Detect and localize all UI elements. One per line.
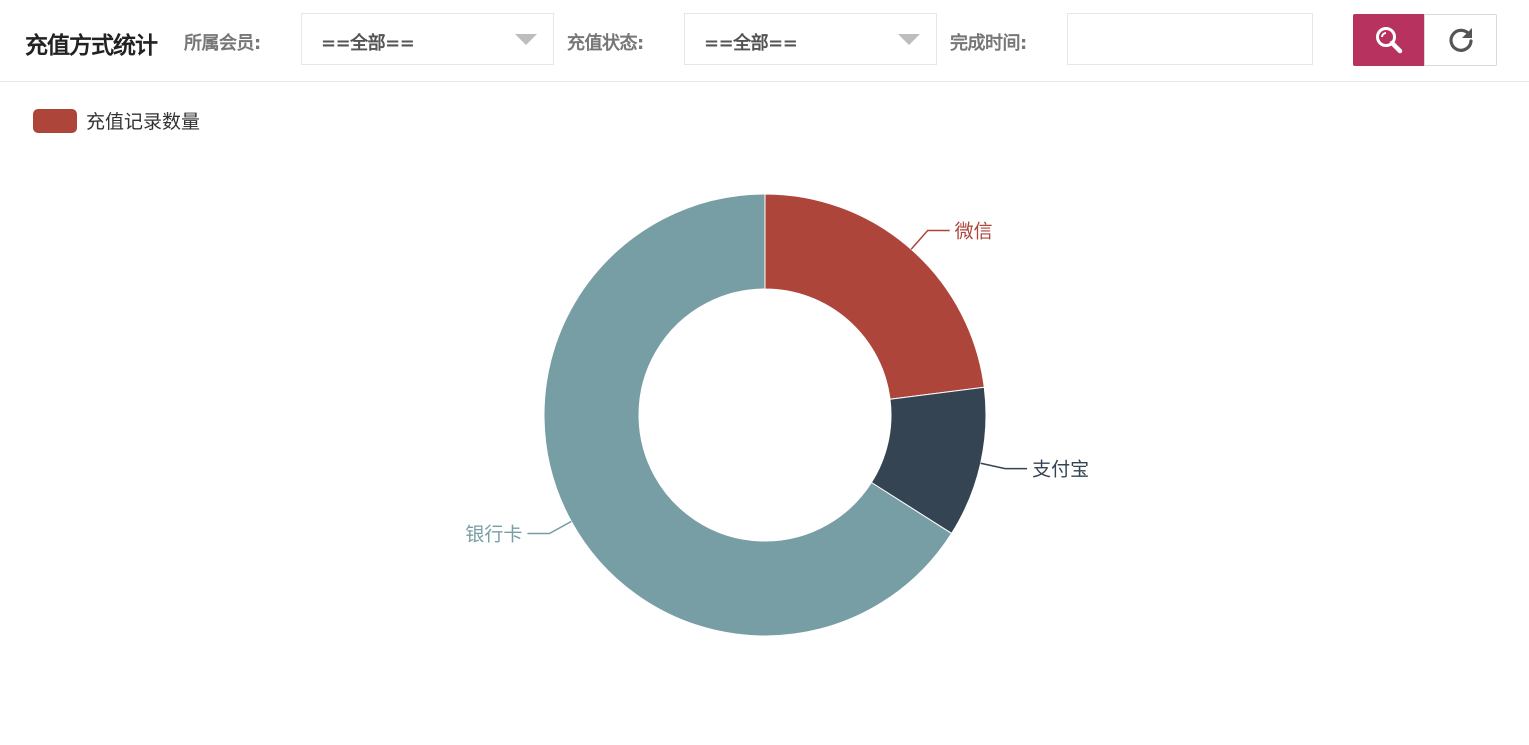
page-title: 充值方式统计 (25, 33, 158, 59)
refresh-button[interactable] (1424, 14, 1497, 66)
recharge-method-donut-chart: 微信支付宝银行卡 (465, 193, 1089, 637)
time-filter-label: 完成时间: (950, 33, 1027, 54)
member-select[interactable]: ==全部== (301, 13, 554, 65)
member-select-value: ==全部== (321, 33, 415, 54)
slice-label: 微信 (955, 220, 993, 242)
label-leader-line (910, 229, 950, 250)
pie-slice[interactable] (764, 193, 985, 400)
chevron-down-icon (515, 34, 537, 45)
member-filter-label: 所属会员: (184, 33, 261, 54)
status-select[interactable]: ==全部== (684, 13, 937, 65)
search-icon (1376, 27, 1403, 54)
label-leader-line (980, 462, 1028, 470)
search-button[interactable] (1353, 14, 1425, 66)
refresh-icon (1448, 28, 1473, 52)
completion-time-input[interactable] (1067, 13, 1313, 65)
status-select-value: ==全部== (704, 33, 798, 54)
chevron-down-icon (898, 34, 920, 45)
slice-label: 银行卡 (465, 524, 522, 546)
status-filter-label: 充值状态: (567, 33, 644, 54)
slice-label: 支付宝 (1032, 459, 1089, 481)
label-leader-line (527, 520, 572, 535)
filter-toolbar: 充值方式统计 所属会员: ==全部== 充值状态: ==全部== 完成时间: (0, 0, 1529, 82)
